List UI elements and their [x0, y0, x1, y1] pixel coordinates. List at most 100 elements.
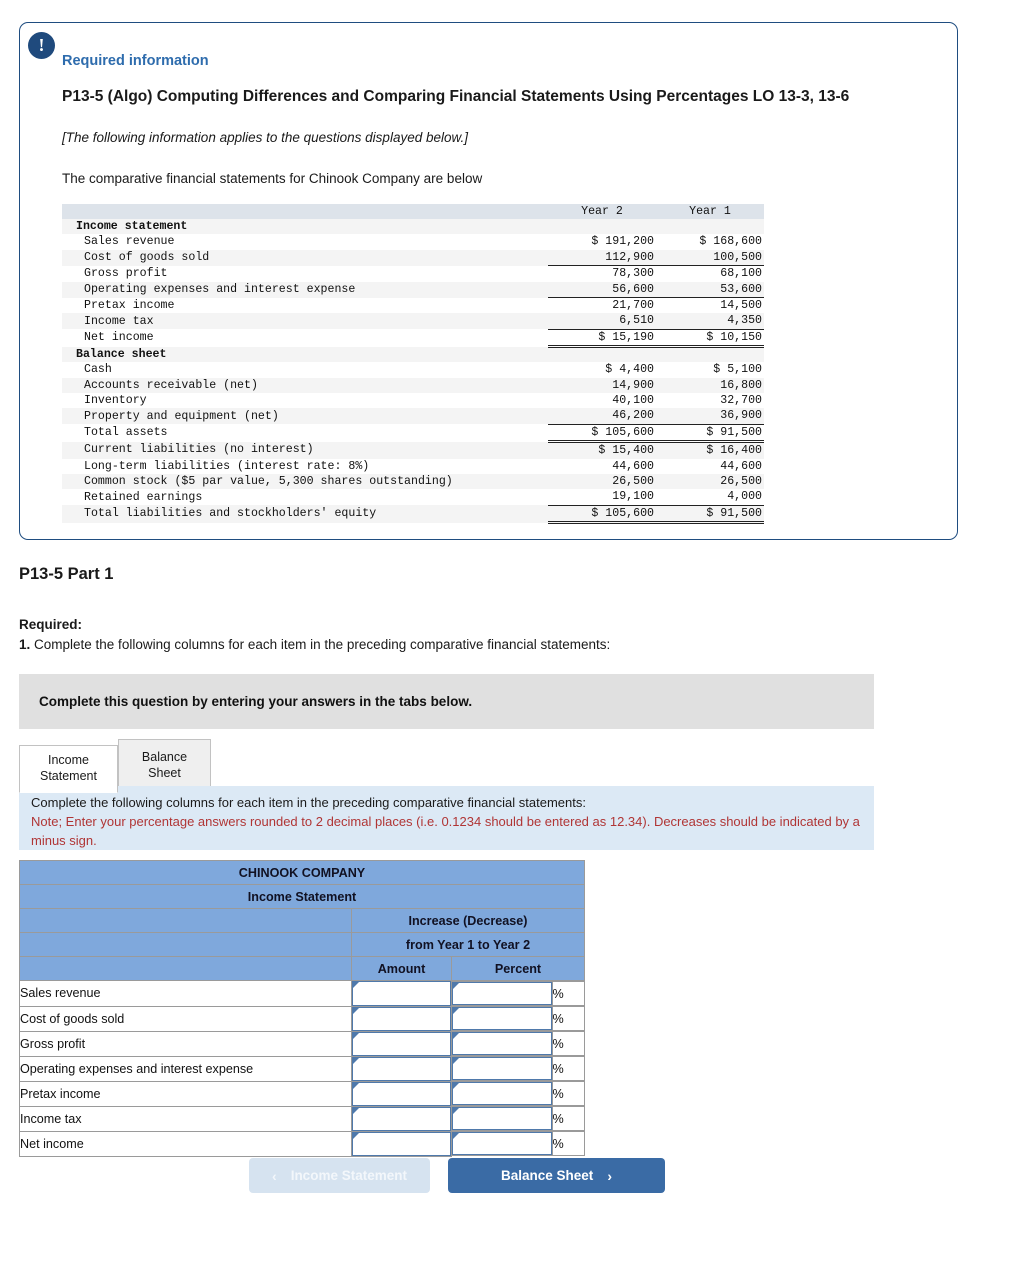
answer-amount-input[interactable] [351, 1130, 452, 1157]
applies-note: [The following information applies to th… [62, 129, 468, 145]
answer-percent-box[interactable] [452, 1007, 552, 1030]
answer-percent-box[interactable] [452, 1107, 552, 1130]
fin-row-year2: $ 4,400 [605, 363, 654, 377]
fin-row-year1: 36,900 [720, 409, 762, 423]
answer-amount-box[interactable] [352, 1081, 451, 1106]
answer-row: Income tax% [19, 1105, 585, 1132]
answer-amount-box[interactable] [352, 1106, 451, 1131]
instruction-banner: Complete this question by entering your … [19, 674, 874, 729]
fin-header-row: Year 2 Year 1 [62, 203, 764, 220]
tab-income-statement[interactable]: Income Statement [19, 745, 118, 794]
answer-amount-box[interactable] [352, 1131, 451, 1156]
fin-row-label: Total assets [84, 426, 168, 440]
answer-amount-box[interactable] [352, 1006, 451, 1031]
fin-row-year1: 4,350 [727, 314, 762, 328]
answer-table: CHINOOK COMPANY Income Statement Increas… [19, 860, 585, 1157]
answer-percent-box[interactable] [452, 1032, 552, 1055]
fin-row-label: Long-term liabilities (interest rate: 8%… [84, 459, 370, 473]
answer-percent-input[interactable] [452, 1106, 553, 1131]
required-information-card: ! Required information P13-5 (Algo) Comp… [19, 22, 958, 540]
fin-row-label: Sales revenue [84, 235, 175, 249]
answer-percent-input[interactable] [452, 1031, 553, 1056]
answer-percent-box[interactable] [452, 1132, 552, 1155]
answer-percent-input[interactable] [452, 1056, 553, 1081]
answer-row-label: Income tax [19, 1105, 352, 1132]
answer-percent-input[interactable] [452, 981, 553, 1006]
answer-percent-box[interactable] [452, 982, 552, 1005]
answer-row: Cost of goods sold% [19, 1005, 585, 1032]
prev-income-statement-button[interactable]: ‹ Income Statement [249, 1158, 430, 1193]
answer-percent-box[interactable] [452, 1082, 552, 1105]
fin-row: Current liabilities (no interest) $ 15,40… [62, 441, 764, 459]
answer-group-header-row-2: from Year 1 to Year 2 [19, 932, 585, 957]
answer-amount-input[interactable] [351, 1030, 452, 1057]
answer-row: Pretax income% [19, 1080, 585, 1107]
fin-row-year2: 21,700 [548, 297, 656, 314]
card-inner: Required information P13-5 (Algo) Comput… [20, 23, 957, 525]
note-line-2: Note; Enter your percentage answers roun… [31, 813, 860, 848]
answer-amount-input[interactable] [351, 1005, 452, 1032]
answer-percent-input[interactable] [452, 1131, 553, 1156]
fin-row-year1: 68,100 [656, 265, 764, 282]
answer-row-label: Cost of goods sold [19, 1005, 352, 1032]
fin-row-year2: 44,600 [612, 459, 654, 473]
fin-row-year1 [656, 347, 764, 362]
answer-row: Operating expenses and interest expense% [19, 1055, 585, 1082]
exclamation-icon: ! [28, 32, 55, 59]
fin-row-label: Operating expenses and interest expense [84, 282, 356, 296]
answer-group-blank-1 [19, 908, 352, 933]
fin-row-year1: 14,500 [656, 297, 764, 314]
fin-row-label: Inventory [84, 393, 147, 407]
percent-symbol: % [552, 1081, 585, 1106]
instruction-banner-text: Complete this question by entering your … [39, 694, 473, 709]
next-button-label: Balance Sheet [501, 1168, 594, 1183]
fin-row-year1: $ 168,600 [699, 235, 762, 249]
answer-percent-input[interactable] [452, 1081, 553, 1106]
answer-percent-box[interactable] [452, 1057, 552, 1080]
answer-amount-input[interactable] [351, 1055, 452, 1082]
fin-row: Accounts receivable (net) 14,900 16,800 [62, 377, 764, 393]
fin-row-year1: $ 5,100 [713, 363, 762, 377]
fin-row-label: Income statement [76, 220, 188, 234]
fin-row: Cash $ 4,400 $ 5,100 [62, 362, 764, 377]
fin-row: Sales revenue $ 191,200 $ 168,600 [62, 234, 764, 249]
financial-statements-table-wrap: Year 2 Year 1 Income statement Sales revenu… [62, 203, 917, 525]
fin-row: Gross profit 78,300 68,100 [62, 265, 764, 282]
fin-row: Total assets $ 105,600 $ 91,500 [62, 423, 764, 444]
answer-percent-input[interactable] [452, 1006, 553, 1031]
fin-row-label: Pretax income [84, 298, 175, 312]
answer-statement-name: Income Statement [19, 884, 585, 909]
required-information-label: Required information [62, 53, 209, 69]
percent-symbol: % [552, 1031, 585, 1056]
answer-amount-input[interactable] [351, 980, 452, 1007]
next-balance-sheet-button[interactable]: Balance Sheet › [448, 1158, 665, 1193]
financial-statements-table: Year 2 Year 1 Income statement Sales revenu… [62, 203, 764, 525]
fin-row-year1: 100,500 [713, 250, 762, 264]
answer-amount-input[interactable] [351, 1080, 452, 1107]
fin-row-year1: 16,800 [720, 378, 762, 392]
fin-row-label: Net income [84, 331, 154, 345]
percent-symbol: % [552, 1056, 585, 1081]
fin-row-label: Common stock ($5 par value, 5,300 shares… [84, 475, 453, 489]
answer-amount-box[interactable] [352, 1031, 451, 1056]
fin-row: Long-term liabilities (interest rate: 8%… [62, 459, 764, 474]
answer-statement-row: Income Statement [19, 884, 585, 909]
intro-text: The comparative financial statements for… [62, 170, 483, 186]
fin-row-year2: 40,100 [612, 393, 654, 407]
answer-amount-input[interactable] [351, 1105, 452, 1132]
required-block: Required: 1. Complete the following colu… [19, 615, 610, 656]
tab-income-statement-line1: Income [48, 753, 89, 767]
fin-header-blank [62, 204, 548, 219]
navigation-row: ‹ Income Statement Balance Sheet › [249, 1158, 665, 1193]
answer-amount-box[interactable] [352, 1056, 451, 1081]
answer-col-amount: Amount [351, 956, 452, 981]
fin-row-year2: 56,600 [612, 282, 654, 296]
fin-row-year2: $ 15,400 [598, 444, 654, 458]
problem-title: P13-5 (Algo) Computing Differences and C… [62, 88, 850, 105]
fin-row-label: Gross profit [84, 266, 168, 280]
fin-row: Balance sheet [62, 346, 764, 363]
fin-row-year2 [548, 347, 656, 362]
answer-row: Gross profit% [19, 1030, 585, 1057]
percent-symbol: % [552, 1131, 585, 1156]
answer-amount-box[interactable] [352, 981, 451, 1006]
